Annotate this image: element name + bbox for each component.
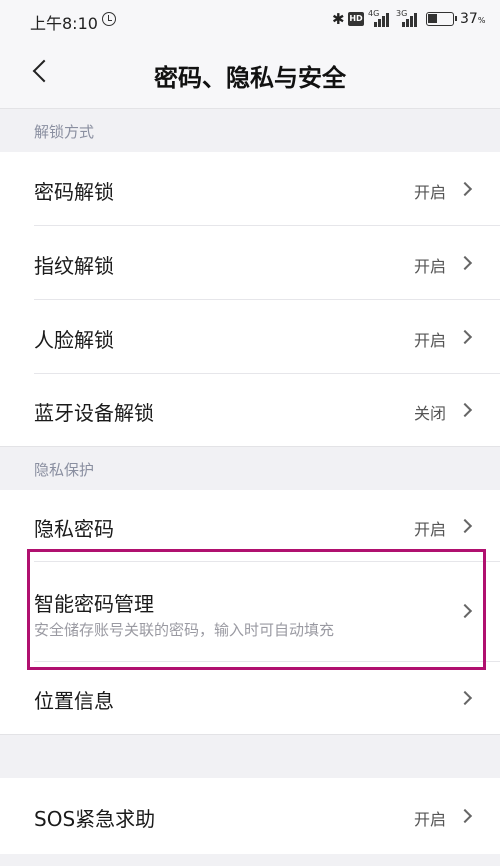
row-status: 开启 — [413, 183, 446, 202]
battery-icon — [426, 12, 457, 26]
row-fingerprint-unlock[interactable]: 指纹解锁 开启 — [0, 226, 500, 300]
row-status: 开启 — [413, 331, 446, 350]
chevron-right-icon — [457, 518, 473, 534]
row-bluetooth-unlock[interactable]: 蓝牙设备解锁 关闭 — [0, 374, 500, 446]
row-location-info[interactable]: 位置信息 — [0, 662, 500, 734]
signal-icon: 3G — [396, 9, 418, 29]
status-time: 上午8:10 — [30, 14, 98, 33]
row-privacy-password[interactable]: 隐私密码 开启 — [0, 490, 500, 562]
row-label: 人脸解锁 — [34, 328, 114, 352]
page-title: 密码、隐私与安全 — [154, 64, 346, 92]
section-header-unlock: 解锁方式 — [0, 108, 500, 152]
chevron-right-icon — [457, 808, 473, 824]
hd-badge: HD — [348, 12, 364, 26]
row-label: 智能密码管理 — [34, 592, 154, 616]
alarm-icon — [102, 12, 116, 26]
chevron-right-icon — [457, 329, 473, 345]
section-header-privacy: 隐私保护 — [0, 446, 500, 490]
row-status: 开启 — [413, 810, 446, 829]
nav-bar: 密码、隐私与安全 — [0, 40, 500, 108]
section-spacer — [0, 734, 500, 778]
row-label: 位置信息 — [34, 689, 114, 713]
row-smart-password-manager[interactable]: 智能密码管理 安全储存账号关联的密码，输入时可自动填充 — [0, 562, 500, 662]
chevron-right-icon — [457, 690, 473, 706]
row-password-unlock[interactable]: 密码解锁 开启 — [0, 152, 500, 226]
row-status: 开启 — [413, 257, 446, 276]
bluetooth-icon: ✱ — [332, 10, 345, 28]
chevron-right-icon — [457, 181, 473, 197]
battery-level: 37% — [460, 11, 486, 27]
row-status: 关闭 — [413, 404, 446, 423]
row-label: 指纹解锁 — [34, 254, 114, 278]
row-sos-emergency[interactable]: SOS紧急求助 开启 — [0, 778, 500, 854]
row-label: SOS紧急求助 — [34, 807, 156, 831]
row-face-unlock[interactable]: 人脸解锁 开启 — [0, 300, 500, 374]
row-label: 密码解锁 — [34, 180, 114, 204]
row-subtitle: 安全储存账号关联的密码，输入时可自动填充 — [34, 621, 335, 639]
chevron-right-icon — [457, 603, 473, 619]
chevron-right-icon — [457, 255, 473, 271]
signal-icon: 4G — [368, 9, 390, 29]
row-label: 蓝牙设备解锁 — [34, 401, 154, 425]
row-label: 隐私密码 — [34, 517, 114, 541]
status-bar: 上午8:10 ✱ HD 4G 3G 37% — [0, 0, 500, 40]
row-status: 开启 — [413, 520, 446, 539]
chevron-right-icon — [457, 402, 473, 418]
